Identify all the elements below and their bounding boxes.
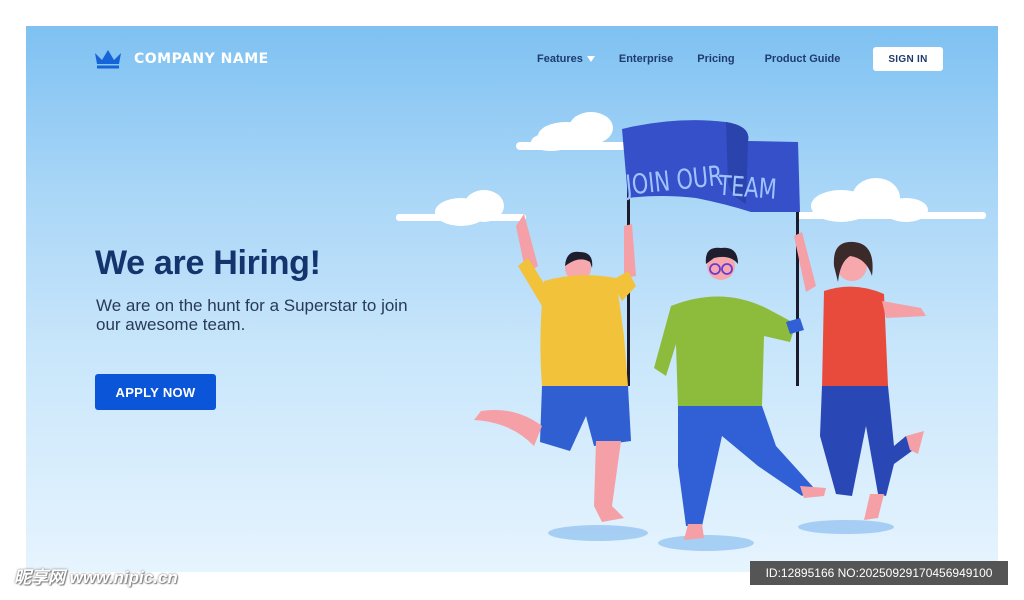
person-yellow-sweater bbox=[474, 214, 636, 522]
watermark-left: 昵享网 www.nipic.cn bbox=[14, 568, 178, 587]
nav-features[interactable]: Features bbox=[537, 53, 595, 65]
hero-title: We are Hiring! bbox=[95, 244, 321, 282]
join-our-team-flag: JOIN OUR TEAM bbox=[622, 120, 800, 212]
brand-logo[interactable]: COMPANY NAME bbox=[94, 48, 269, 70]
person-green-sweater bbox=[654, 247, 826, 540]
shadow-3 bbox=[798, 520, 894, 534]
apply-now-button[interactable]: APPLY NOW bbox=[95, 374, 216, 410]
watermark-right: ID:12895166 NO:20250929170456949100 bbox=[750, 561, 1008, 585]
nav-product-guide[interactable]: Product Guide bbox=[765, 53, 841, 65]
cloud-3 bbox=[796, 178, 986, 222]
flag-text-line2: TEAM bbox=[717, 169, 778, 206]
caret-down-icon bbox=[586, 56, 595, 62]
flag-pole-right bbox=[796, 206, 799, 386]
nav-features-label: Features bbox=[537, 53, 583, 65]
nav-enterprise[interactable]: Enterprise bbox=[619, 53, 673, 65]
main-nav: Features Enterprise Pricing Product Guid… bbox=[537, 51, 864, 67]
person-red-top bbox=[794, 232, 926, 520]
company-name: COMPANY NAME bbox=[134, 51, 269, 67]
crown-icon bbox=[95, 50, 121, 69]
shadow-1 bbox=[548, 525, 648, 541]
cloud-1 bbox=[516, 112, 626, 151]
page: COMPANY NAME Features Enterprise Pricing… bbox=[0, 0, 1024, 600]
cloud-2 bbox=[396, 190, 526, 226]
nav-pricing[interactable]: Pricing bbox=[697, 53, 734, 65]
shadow-2 bbox=[658, 535, 754, 551]
sign-in-button[interactable]: SIGN IN bbox=[873, 47, 943, 71]
landing-page-frame: COMPANY NAME Features Enterprise Pricing… bbox=[26, 26, 998, 572]
hiring-illustration: JOIN OUR TEAM bbox=[396, 112, 986, 551]
